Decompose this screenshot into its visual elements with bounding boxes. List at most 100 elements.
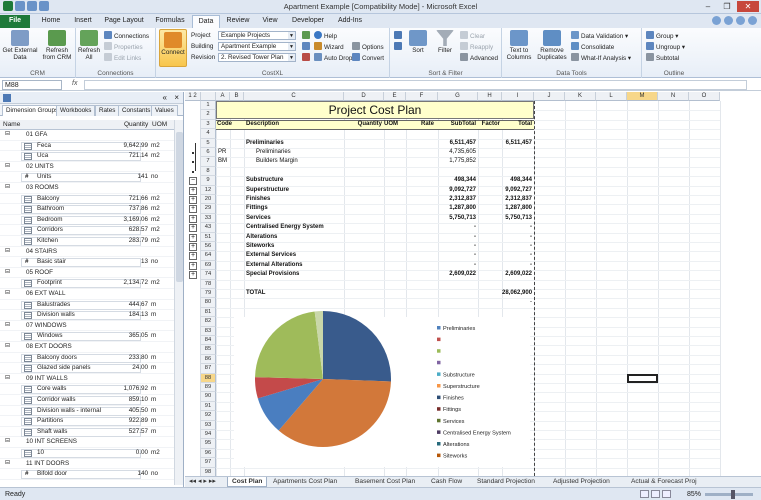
get-external-data-button[interactable]: Get External Data (2, 30, 38, 61)
convert-button[interactable]: Convert (352, 53, 384, 62)
tab-page-layout[interactable]: Page Layout (100, 15, 148, 28)
tree-group-row[interactable]: ⊟ 08 EXT DOORS (0, 342, 174, 353)
properties-button[interactable]: Properties (104, 42, 143, 51)
tab-developer[interactable]: Developer (286, 15, 330, 28)
tree-group-row[interactable]: ⊟ 09 INT WALLS (0, 374, 174, 385)
tab-review[interactable]: Review (222, 15, 254, 28)
collapse-icon[interactable]: ⊟ (5, 460, 11, 467)
page-break-view-icon[interactable] (662, 490, 671, 498)
column-uom[interactable]: UOM (152, 120, 167, 129)
tab-dimension-groups[interactable]: Dimension Groups (2, 105, 63, 116)
tab-view[interactable]: View (256, 15, 284, 28)
fx-icon[interactable]: fx (72, 80, 77, 87)
costxl-refresh-button[interactable] (302, 31, 312, 40)
options-button[interactable]: Options (352, 42, 384, 51)
tree-item-row[interactable]: Windows 365.05 m (0, 331, 174, 342)
tree-item-row[interactable]: Glazed side panels 24.00 m (0, 363, 174, 374)
name-box[interactable]: M88 (2, 80, 62, 90)
sort-button[interactable]: Sort (408, 30, 428, 54)
tree-item-row[interactable]: 10 0.00 m2 (0, 448, 174, 459)
tab-formulas[interactable]: Formulas (150, 15, 190, 28)
column-name[interactable]: Name (3, 120, 20, 129)
sort-descending-button[interactable] (394, 42, 404, 51)
sheet-tab-basement-cost-plan[interactable]: Basement Cost Plan (355, 477, 415, 487)
window-close-icon[interactable] (748, 16, 757, 25)
tree-item-row[interactable]: Footprint 2,134.72 m2 (0, 278, 174, 289)
scroll-thumb[interactable] (176, 132, 183, 282)
edit-links-button[interactable]: Edit Links (104, 53, 141, 62)
tree-item-row[interactable]: Kitchen 283.79 m2 (0, 236, 174, 247)
remove-duplicates-button[interactable]: Remove Duplicates (535, 30, 569, 61)
auto-drop-button[interactable]: Auto Drop (314, 53, 352, 62)
collapse-icon[interactable]: ⊟ (5, 438, 11, 445)
column-quantity[interactable]: Quantity (124, 120, 148, 129)
tab-rates[interactable]: Rates (95, 105, 120, 116)
sort-ascending-button[interactable] (394, 31, 404, 40)
collapse-icon[interactable]: ⊟ (5, 343, 11, 350)
subtotal-button[interactable]: Subtotal (646, 53, 679, 62)
tree-item-row[interactable]: Partitions 922.89 m (0, 416, 174, 427)
pane-scrollbar[interactable] (174, 120, 183, 485)
pane-close-icon[interactable]: × (174, 93, 179, 102)
reapply-button[interactable]: Reapply (460, 42, 493, 51)
consolidate-button[interactable]: Consolidate (571, 42, 614, 51)
text-to-columns-button[interactable]: Text to Columns (504, 30, 534, 61)
project-dropdown[interactable]: Example Projects ▼ (218, 31, 296, 40)
collapse-icon[interactable]: ⊟ (5, 375, 11, 382)
costxl-publish-button[interactable] (302, 42, 312, 51)
tree-item-row[interactable]: Corridor walls 859.10 m (0, 395, 174, 406)
sheet-tab-apartments-cost-plan[interactable]: Apartments Cost Plan (273, 477, 337, 487)
tree-item-row[interactable]: Bathroom 737.86 m2 (0, 204, 174, 215)
connect-button[interactable]: Connect (159, 29, 187, 67)
filter-button[interactable]: Filter (434, 30, 456, 54)
refresh-all-button[interactable]: Refresh All (78, 30, 100, 61)
tree-group-row[interactable]: ⊟ 01 GFA (0, 130, 174, 141)
zoom-slider[interactable] (705, 490, 753, 499)
tree-item-row[interactable]: # Units 141 no (0, 172, 174, 183)
maximize-button[interactable]: ❐ (718, 1, 736, 12)
tree-item-row[interactable]: Division walls - internal 405.50 m (0, 406, 174, 417)
sheet-tab-standard-projection[interactable]: Standard Projection (477, 477, 535, 487)
tab-data[interactable]: Data (192, 15, 220, 28)
tree-group-row[interactable]: ⊟ 04 STAIRS (0, 247, 174, 258)
collapse-icon[interactable]: ⊟ (5, 248, 11, 255)
group-button[interactable]: Group ▾ (646, 31, 678, 40)
tree-item-row[interactable]: Core walls 1,076.92 m (0, 384, 174, 395)
tree-item-row[interactable]: Bedroom 3,169.06 m2 (0, 215, 174, 226)
sheet-tab-adjusted-projection[interactable]: Adjusted Projection (553, 477, 610, 487)
tab-home[interactable]: Home (36, 15, 66, 28)
tab-add-ins[interactable]: Add-Ins (332, 15, 368, 28)
what-if-analysis-button[interactable]: What-If Analysis ▾ (571, 53, 631, 62)
first-sheet-icon[interactable]: ◂◂ ◂ ▸ ▸▸ (189, 477, 216, 487)
worksheet[interactable]: ABCDEFGHIJKLMNO1 2 1 2 3 4 5 Preliminaries 6,5… (185, 92, 761, 476)
costxl-delete-button[interactable] (302, 53, 312, 62)
tab-values[interactable]: Values (151, 105, 178, 116)
tree-group-row[interactable]: ⊟ 03 ROOMS (0, 183, 174, 194)
formula-input[interactable] (84, 80, 747, 90)
tab-insert[interactable]: Insert (68, 15, 98, 28)
collapse-icon[interactable]: ⊟ (5, 163, 11, 170)
sheet-tab-cost-plan[interactable]: Cost Plan (227, 477, 268, 487)
sheet-tab-cash-flow[interactable]: Cash Flow (431, 477, 462, 487)
zoom-slider-thumb[interactable] (731, 490, 735, 499)
sheet-tab-actual-forecast-proj[interactable]: Actual & Forecast Proj (631, 477, 697, 487)
tree-item-row[interactable]: Balcony doors 233.80 m (0, 353, 174, 364)
tree-item-row[interactable]: Division walls 184.13 m (0, 310, 174, 321)
connections-button[interactable]: Connections (104, 31, 149, 40)
tab-file[interactable]: File (0, 15, 30, 28)
tree-item-row[interactable]: Feca 9,642.99 m2 (0, 141, 174, 152)
tree-item-row[interactable]: # Bifold door 140 no (0, 469, 174, 480)
advanced-filter-button[interactable]: Advanced (460, 53, 498, 62)
window-minimize-icon[interactable] (736, 16, 745, 25)
tree-item-row[interactable]: Corridors 628.57 m2 (0, 225, 174, 236)
wizard-button[interactable]: Wizard (314, 42, 344, 51)
tab-workbooks[interactable]: Workbooks (56, 105, 96, 116)
tab-constants[interactable]: Constants (118, 105, 155, 116)
zoom-level[interactable]: 85% (687, 491, 701, 498)
tree-group-row[interactable]: ⊟ 10 INT SCREENS (0, 437, 174, 448)
costxl-help-button[interactable]: Help (314, 31, 337, 40)
pie-chart[interactable]: Preliminaries Substructure Superstructure F… (185, 92, 761, 476)
tree-group-row[interactable]: ⊟ 05 ROOF (0, 268, 174, 279)
refresh-from-crm-button[interactable]: Refresh from CRM (40, 30, 74, 61)
help-icon[interactable] (724, 16, 733, 25)
